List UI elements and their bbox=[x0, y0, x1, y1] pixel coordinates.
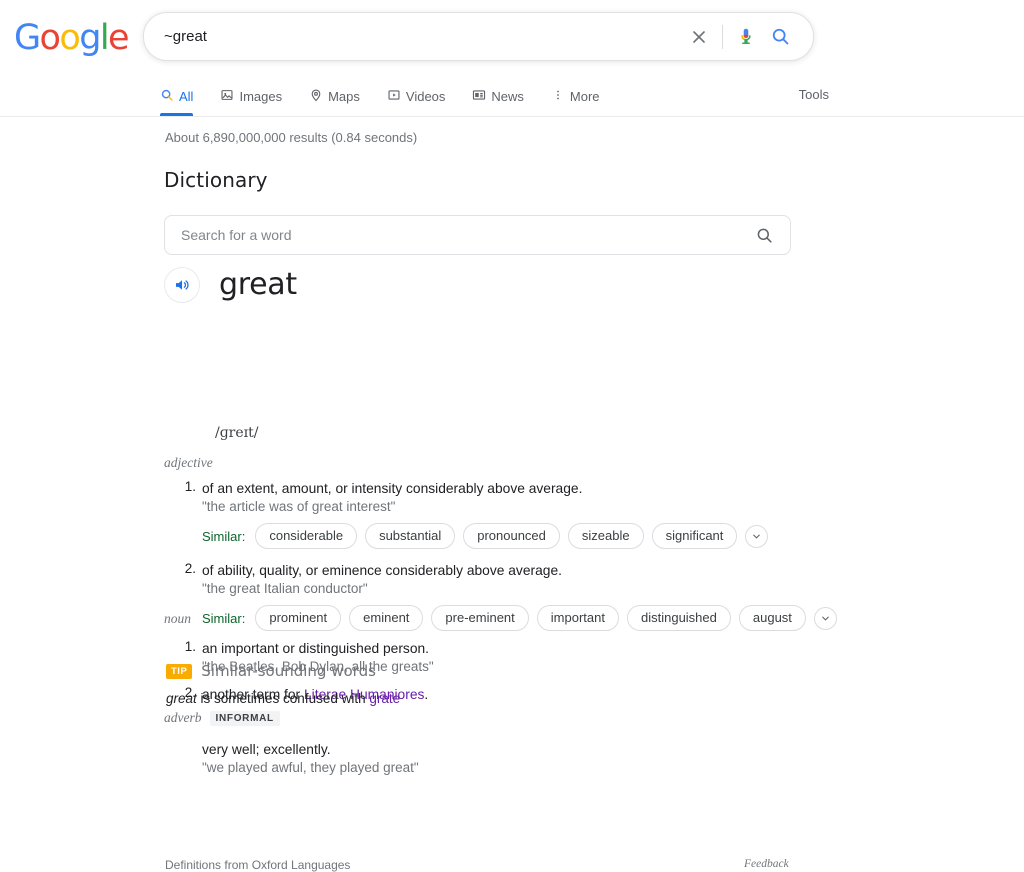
synonym-chip[interactable]: substantial bbox=[365, 523, 455, 549]
grate-link[interactable]: grate bbox=[369, 691, 400, 706]
similar-label: Similar: bbox=[202, 529, 245, 544]
tip-body: great is sometimes confused with grate bbox=[166, 691, 400, 706]
definition-list-adverb: very well; excellently. "we played awful… bbox=[164, 740, 419, 777]
definition-number: 1. bbox=[178, 639, 196, 654]
pos-row-noun: noun bbox=[164, 611, 434, 627]
dictionary-heading: Dictionary bbox=[164, 168, 268, 192]
definition-example: "we played awful, they played great" bbox=[202, 759, 419, 777]
tab-videos[interactable]: Videos bbox=[387, 76, 460, 116]
tab-news[interactable]: News bbox=[472, 76, 538, 116]
part-of-speech-adverb: adverb bbox=[164, 710, 202, 726]
tab-maps-label: Maps bbox=[328, 89, 360, 104]
tab-images-label: Images bbox=[239, 89, 282, 104]
word-entry-header: great bbox=[164, 267, 297, 303]
video-icon bbox=[387, 88, 401, 105]
definition-number: 1. bbox=[178, 479, 196, 494]
definition-text-suffix: . bbox=[424, 687, 428, 702]
definition-item: very well; excellently. "we played awful… bbox=[202, 740, 419, 777]
microphone-icon[interactable] bbox=[729, 20, 763, 54]
phonetic-transcription: /ɡreɪt/ bbox=[215, 425, 258, 441]
synonym-chip[interactable]: pronounced bbox=[463, 523, 560, 549]
tip-title: Similar-sounding words bbox=[201, 662, 376, 680]
similar-row: Similar: considerable substantial pronou… bbox=[202, 523, 837, 549]
nav-tabs: All Images bbox=[160, 76, 627, 116]
chevron-down-icon[interactable] bbox=[745, 525, 768, 548]
logo-letter-G: G bbox=[14, 18, 40, 58]
search-nav-bar: All Images bbox=[0, 76, 1024, 117]
search-divider bbox=[722, 25, 723, 49]
search-icon bbox=[160, 88, 174, 105]
pos-row-adjective: adjective bbox=[164, 455, 837, 471]
definition-list-adjective: 1. of an extent, amount, or intensity co… bbox=[164, 479, 837, 631]
part-of-speech-adjective: adjective bbox=[164, 455, 213, 471]
definition-text: of ability, quality, or eminence conside… bbox=[202, 561, 837, 580]
informal-badge: INFORMAL bbox=[210, 711, 280, 726]
tip-middle-text: is sometimes confused with bbox=[197, 691, 370, 706]
logo-letter-l: l bbox=[100, 18, 108, 58]
tip-block: TIP Similar-sounding words great is some… bbox=[166, 662, 400, 706]
synonym-chip[interactable]: august bbox=[739, 605, 806, 631]
chevron-down-icon[interactable] bbox=[814, 607, 837, 630]
tip-word: great bbox=[166, 691, 197, 706]
synonym-chip[interactable]: considerable bbox=[255, 523, 357, 549]
headword: great bbox=[219, 268, 297, 302]
tab-images[interactable]: Images bbox=[220, 76, 296, 116]
news-icon bbox=[472, 88, 486, 105]
definition-item: 1. of an extent, amount, or intensity co… bbox=[202, 479, 837, 549]
search-input[interactable] bbox=[144, 13, 682, 60]
search-bar-icons bbox=[682, 20, 813, 54]
more-vertical-icon bbox=[551, 88, 565, 105]
synonym-chip[interactable]: significant bbox=[652, 523, 738, 549]
page-header: Google bbox=[0, 0, 1024, 117]
speaker-icon[interactable] bbox=[164, 267, 200, 303]
definition-number: 2. bbox=[178, 561, 196, 576]
image-icon bbox=[220, 88, 234, 105]
synonym-chip[interactable]: distinguished bbox=[627, 605, 731, 631]
word-search-icon[interactable] bbox=[755, 226, 790, 245]
logo-letter-g: g bbox=[79, 18, 100, 58]
search-bar[interactable] bbox=[143, 12, 814, 61]
word-search-box[interactable] bbox=[164, 215, 791, 255]
definition-text: an important or distinguished person. bbox=[202, 639, 434, 658]
map-pin-icon bbox=[309, 88, 323, 105]
tab-more-label: More bbox=[570, 89, 600, 104]
google-logo[interactable]: Google bbox=[14, 19, 128, 57]
search-submit-icon[interactable] bbox=[763, 20, 797, 54]
definition-text: very well; excellently. bbox=[202, 740, 419, 759]
pos-row-adverb: adverb INFORMAL bbox=[164, 710, 419, 726]
word-search-input[interactable] bbox=[165, 227, 755, 243]
logo-letter-e: e bbox=[108, 18, 128, 58]
part-of-speech-noun: noun bbox=[164, 611, 191, 627]
definition-example: "the article was of great interest" bbox=[202, 498, 837, 516]
entry-adjective: adjective 1. of an extent, amount, or in… bbox=[164, 455, 837, 635]
logo-letter-o1: o bbox=[40, 18, 60, 58]
definitions-source: Definitions from Oxford Languages bbox=[165, 858, 350, 872]
tip-header: TIP Similar-sounding words bbox=[166, 662, 400, 680]
tab-videos-label: Videos bbox=[406, 89, 446, 104]
tab-all-label: All bbox=[179, 89, 193, 104]
result-stats: About 6,890,000,000 results (0.84 second… bbox=[165, 130, 417, 146]
synonym-chip[interactable]: important bbox=[537, 605, 619, 631]
feedback-link[interactable]: Feedback bbox=[744, 858, 789, 870]
logo-letter-o2: o bbox=[59, 18, 79, 58]
tab-more[interactable]: More bbox=[551, 76, 614, 116]
tip-badge: TIP bbox=[166, 664, 192, 679]
definition-text: of an extent, amount, or intensity consi… bbox=[202, 479, 837, 498]
entry-adverb: adverb INFORMAL very well; excellently. … bbox=[164, 710, 419, 781]
tools-button[interactable]: Tools bbox=[799, 87, 829, 102]
synonym-chip[interactable]: pre-eminent bbox=[431, 605, 528, 631]
tab-news-label: News bbox=[491, 89, 524, 104]
synonym-chip[interactable]: sizeable bbox=[568, 523, 644, 549]
definition-example: "the great Italian conductor" bbox=[202, 580, 837, 598]
tab-maps[interactable]: Maps bbox=[309, 76, 374, 116]
clear-icon[interactable] bbox=[682, 20, 716, 54]
tab-all[interactable]: All bbox=[160, 76, 207, 116]
